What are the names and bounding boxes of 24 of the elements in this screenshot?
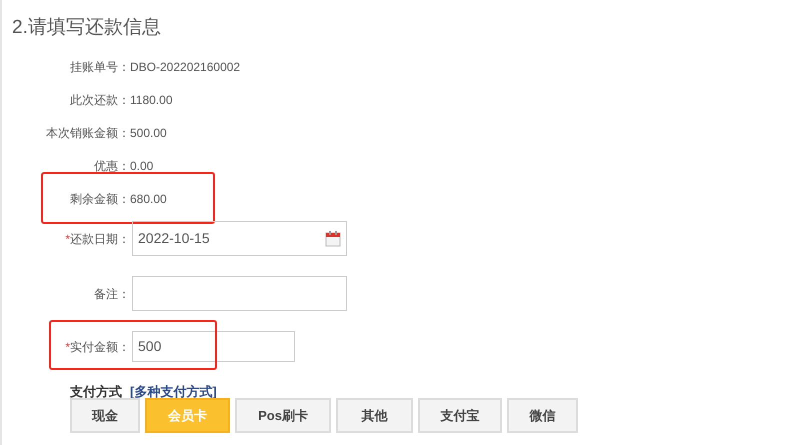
payment-method-button[interactable]: 现金 [70,398,140,433]
section-title: 2.请填写还款信息 [12,16,161,40]
field-label: *还款日期： [64,230,131,248]
field-label: 备注： [93,286,131,302]
payment-method-button[interactable]: 支付宝 [418,398,502,433]
payment-method-button[interactable]: 微信 [507,398,578,433]
field-value: 500.00 [130,124,167,142]
calendar-icon[interactable] [325,230,341,247]
payment-method-button[interactable]: 其他 [336,398,413,433]
field-label: 优惠： [93,158,130,174]
amount-field[interactable]: 500 [132,331,295,362]
field-value: 1180.00 [130,92,172,108]
field-label: *实付金额： [64,338,131,356]
field-label: 本次销账金额： [45,124,130,142]
field-label: 剩余金额： [69,190,130,208]
date-field[interactable]: 2022-10-15 [132,221,347,256]
payment-method-button[interactable]: Pos刷卡 [235,398,331,433]
field-value: 0.00 [130,158,154,174]
field-value: 680.00 [130,190,167,208]
note-field[interactable] [132,276,347,311]
field-label: 此次还款： [69,92,130,108]
payment-label: 支付方式 [70,383,122,401]
field-label: 挂账单号： [69,58,130,76]
field-value: DBO-202202160002 [130,58,240,76]
